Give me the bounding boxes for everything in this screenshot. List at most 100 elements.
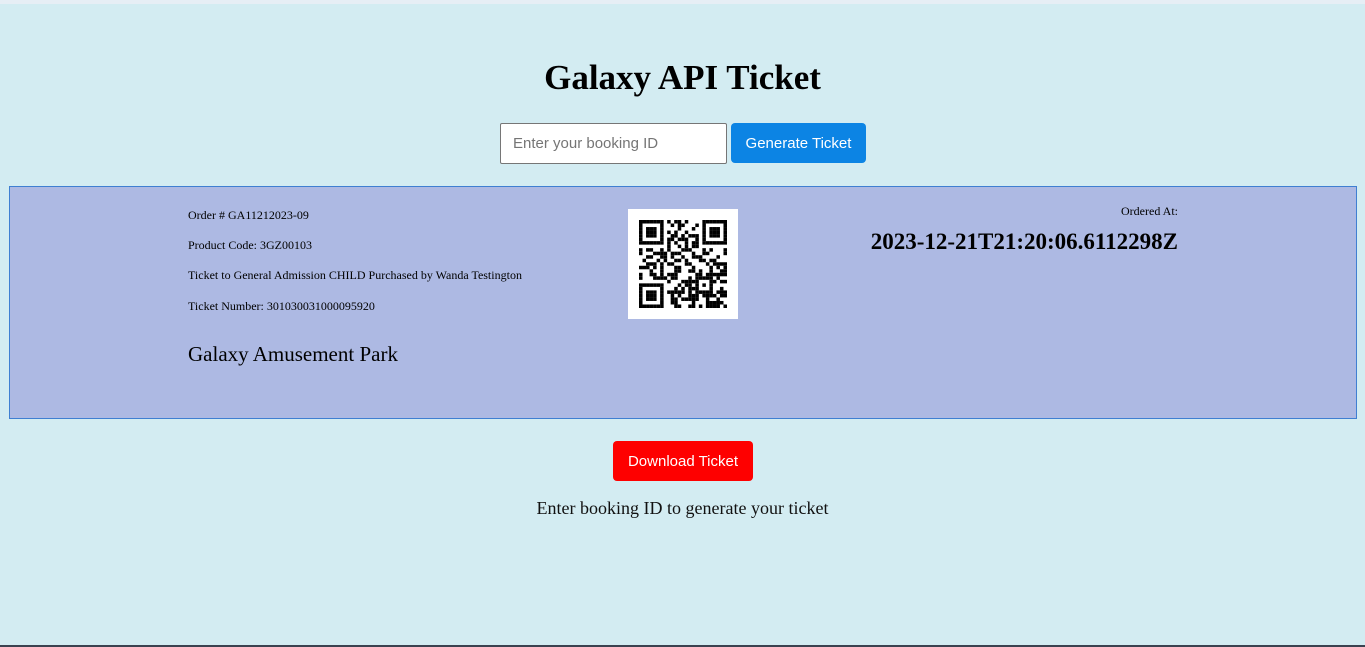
qr-module [705, 262, 710, 266]
qr-module [677, 269, 682, 273]
qr-module [653, 262, 657, 266]
qr-module [639, 297, 643, 301]
qr-module [660, 283, 664, 287]
qr-module [709, 283, 713, 287]
qr-module [646, 248, 650, 252]
qr-module [688, 304, 692, 308]
qr-module [702, 290, 706, 294]
qr-module [642, 220, 647, 224]
qr-module [709, 300, 713, 305]
qr-module [674, 290, 678, 294]
generate-ticket-button[interactable]: Generate Ticket [731, 123, 866, 163]
qr-code-graphic [639, 220, 727, 308]
qr-module [674, 297, 678, 301]
order-number: Order # GA11212023-09 [188, 208, 309, 222]
qr-module [705, 220, 710, 224]
qr-module [649, 304, 654, 308]
qr-module [698, 290, 703, 294]
qr-module [684, 258, 689, 263]
qr-module [649, 297, 654, 301]
qr-module [660, 255, 664, 259]
qr-module [705, 251, 710, 256]
qr-module [709, 304, 713, 308]
qr-module [695, 272, 699, 277]
qr-module [691, 227, 696, 231]
qr-module [688, 248, 692, 252]
qr-module [674, 276, 678, 280]
qr-module [656, 241, 661, 245]
qr-module [639, 220, 643, 224]
qr-module [723, 304, 727, 308]
qr-module [705, 272, 710, 277]
qr-module [719, 241, 724, 245]
qr-module [656, 304, 661, 308]
qr-module [674, 286, 678, 291]
qr-module [684, 283, 689, 287]
qr-module [719, 286, 724, 291]
qr-module [691, 244, 696, 249]
qr-module [702, 230, 706, 235]
qr-module [653, 234, 657, 238]
qr-module [660, 290, 664, 294]
status-hint: Enter booking ID to generate your ticket [536, 498, 829, 518]
qr-module [646, 227, 650, 231]
qr-module [702, 227, 706, 231]
qr-module [670, 276, 675, 280]
qr-module [639, 230, 643, 235]
qr-module [684, 244, 689, 249]
qr-module [639, 283, 643, 287]
qr-module [702, 258, 706, 263]
qr-module [702, 251, 706, 256]
qr-module [688, 297, 692, 301]
qr-module [660, 262, 664, 266]
qr-module [716, 230, 720, 235]
qr-module [649, 220, 654, 224]
qr-module [677, 237, 682, 242]
qr-module [691, 279, 696, 284]
qr-module [656, 258, 661, 263]
qr-module [660, 227, 664, 231]
qr-module [691, 241, 696, 245]
qr-module [646, 297, 650, 301]
qr-module [684, 297, 689, 301]
qr-module [702, 220, 706, 224]
qr-module [670, 272, 675, 277]
qr-module [712, 272, 717, 277]
qr-module [639, 227, 643, 231]
qr-module [639, 241, 643, 245]
qr-module [674, 234, 678, 238]
qr-module [723, 251, 727, 256]
qr-module [674, 258, 678, 263]
qr-module [660, 234, 664, 238]
qr-module [646, 241, 650, 245]
qr-module [691, 300, 696, 305]
qr-module [719, 272, 724, 277]
qr-module [653, 297, 657, 301]
qr-module [670, 297, 675, 301]
qr-module [723, 262, 727, 266]
qr-module [677, 220, 682, 224]
booking-id-input[interactable] [500, 123, 727, 164]
qr-module [674, 300, 678, 305]
qr-module [723, 223, 727, 228]
qr-module [639, 237, 643, 242]
qr-module [653, 220, 657, 224]
qr-module [653, 276, 657, 280]
qr-module [649, 293, 654, 298]
qr-module [695, 276, 699, 280]
qr-module [688, 283, 692, 287]
ticket-card: Order # GA11212023-09 Product Code: 3GZ0… [9, 186, 1357, 419]
qr-module [660, 297, 664, 301]
qr-module [639, 223, 643, 228]
qr-module [663, 258, 668, 263]
qr-module [688, 286, 692, 291]
qr-module [670, 237, 675, 242]
qr-module [691, 293, 696, 298]
qr-module [684, 230, 689, 235]
qr-module [681, 297, 685, 301]
qr-module [709, 279, 713, 284]
download-ticket-button[interactable]: Download Ticket [613, 441, 753, 481]
qr-module [667, 241, 671, 245]
qr-module [667, 244, 671, 249]
qr-module [691, 304, 696, 308]
